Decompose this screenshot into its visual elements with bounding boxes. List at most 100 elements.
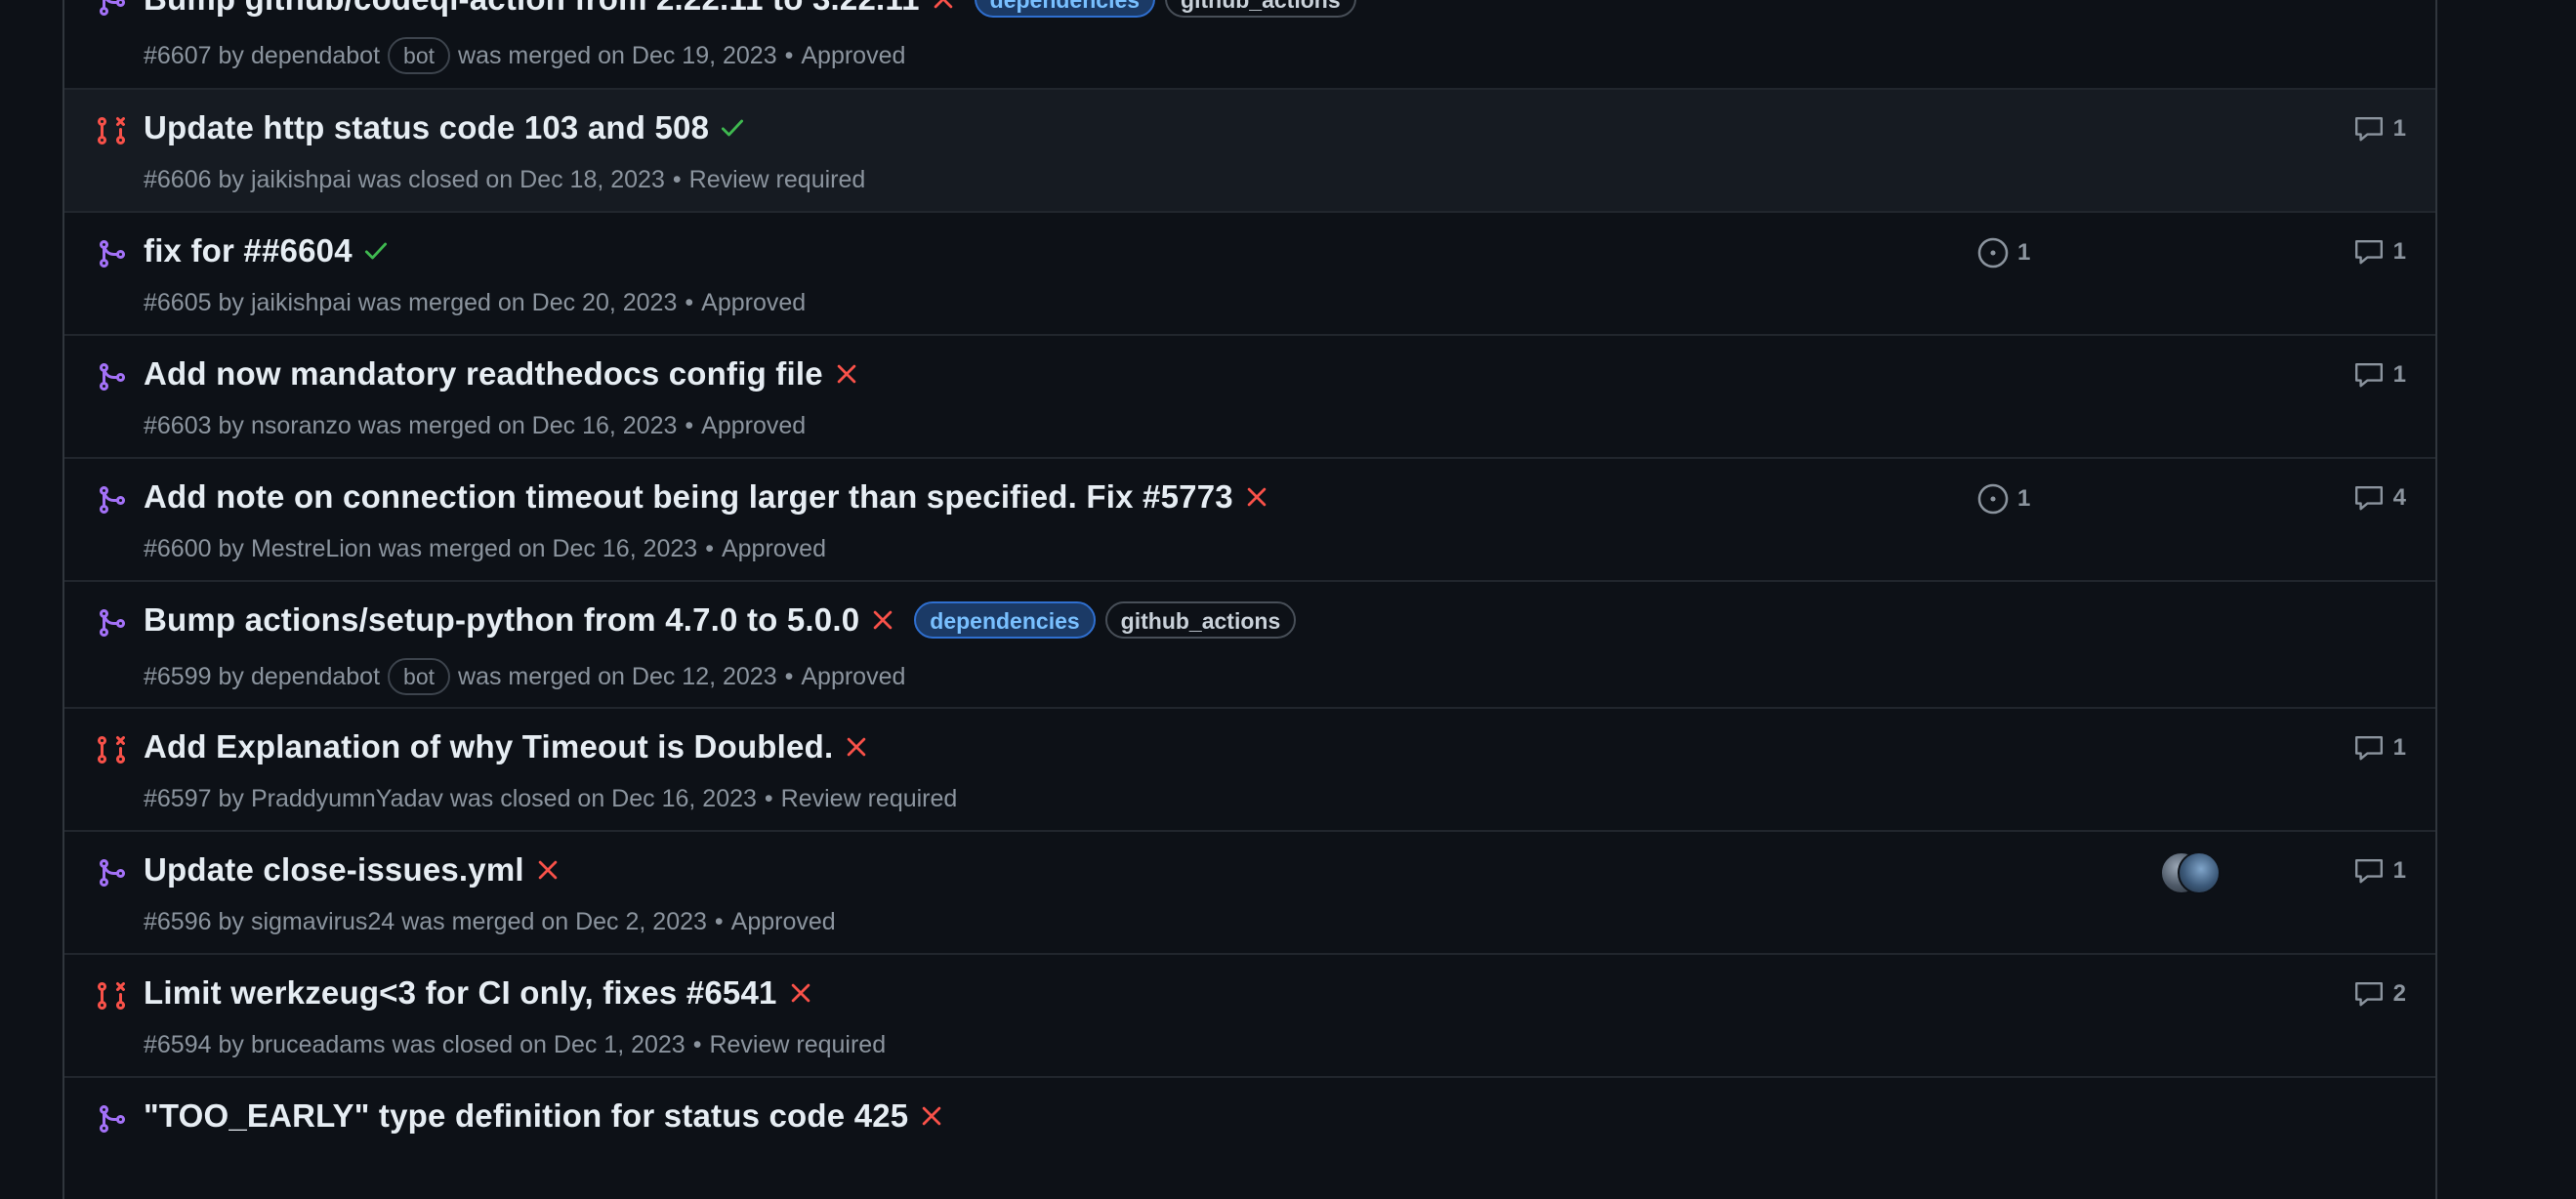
pull-request-number: #6596	[144, 908, 212, 935]
comments-count: 1	[2392, 361, 2406, 388]
pull-request-title-link[interactable]: Bump github/codeql-action from 2.22.11 t…	[144, 0, 920, 18]
pull-request-title-line: Limit werkzeug<3 for CI only, fixes #654…	[144, 974, 814, 1012]
x-icon[interactable]	[918, 1102, 945, 1130]
x-icon[interactable]	[869, 606, 896, 634]
pull-request-row[interactable]: Add now mandatory readthedocs config fil…	[64, 334, 2435, 457]
git-merge-icon	[96, 238, 127, 269]
author-link[interactable]: MestreLion	[251, 535, 372, 563]
pull-request-row[interactable]: Add note on connection timeout being lar…	[64, 457, 2435, 580]
review-status-link[interactable]: Review required	[709, 1031, 886, 1059]
review-status-link[interactable]: Review required	[689, 166, 866, 194]
pull-request-title-link[interactable]: Update http status code 103 and 508	[144, 109, 709, 146]
meta-separator: •	[672, 166, 682, 193]
label-dependencies[interactable]: dependencies	[914, 601, 1096, 639]
x-icon[interactable]	[930, 0, 957, 13]
pull-request-title-link[interactable]: Add note on connection timeout being lar…	[144, 478, 1233, 516]
pull-request-title-line: "TOO_EARLY" type definition for status c…	[144, 1097, 945, 1135]
review-status-link[interactable]: Review required	[781, 785, 958, 813]
pull-request-row[interactable]: Add Explanation of why Timeout is Double…	[64, 707, 2435, 830]
pull-request-title-link[interactable]: Bump actions/setup-python from 4.7.0 to …	[144, 601, 859, 639]
linked-issues-link[interactable]: 1	[1976, 482, 2030, 516]
label-dependencies[interactable]: dependencies	[974, 0, 1156, 18]
comments-count: 1	[2392, 734, 2406, 761]
by-text: by	[218, 1031, 244, 1058]
comments-count: 1	[2392, 857, 2406, 884]
pull-request-title-line: Bump actions/setup-python from 4.7.0 to …	[144, 601, 1297, 639]
pull-request-title-line: Bump github/codeql-action from 2.22.11 t…	[144, 0, 1356, 18]
author-link[interactable]: sigmavirus24	[251, 908, 395, 936]
pull-request-title-line: Add Explanation of why Timeout is Double…	[144, 728, 870, 765]
git-merge-icon	[96, 361, 127, 393]
by-text: by	[218, 662, 244, 690]
x-icon[interactable]	[534, 856, 561, 884]
pull-request-row[interactable]: Bump github/codeql-action from 2.22.11 t…	[64, 0, 2435, 88]
author-link[interactable]: nsoranzo	[251, 412, 352, 440]
by-text: by	[218, 166, 244, 193]
review-status-link[interactable]: Approved	[701, 289, 806, 317]
pull-request-title-link[interactable]: Add Explanation of why Timeout is Double…	[144, 728, 833, 765]
comments-link[interactable]: 1	[2352, 732, 2406, 764]
review-status-link[interactable]: Approved	[801, 42, 905, 70]
check-icon[interactable]	[719, 114, 746, 142]
pull-request-number: #6594	[144, 1031, 212, 1058]
author-link[interactable]: dependabot	[251, 663, 380, 691]
pull-request-title-line: Update close-issues.yml	[144, 851, 561, 889]
git-merge-icon	[96, 857, 127, 889]
pull-request-number: #6607	[144, 41, 212, 69]
x-icon[interactable]	[843, 733, 870, 761]
linked-issues-count: 1	[2017, 239, 2031, 266]
linked-issues-link[interactable]: 1	[1976, 236, 2030, 269]
pull-request-number: #6603	[144, 412, 212, 439]
pull-request-row[interactable]: fix for ##6604 #6605 by jaikishpai was merge…	[64, 211, 2435, 334]
by-text: by	[218, 785, 244, 812]
pull-request-row[interactable]: Update http status code 103 and 508 #6606…	[64, 88, 2435, 211]
author-link[interactable]: jaikishpai	[251, 289, 352, 317]
check-icon[interactable]	[362, 237, 390, 265]
review-status-link[interactable]: Approved	[731, 908, 836, 936]
pull-request-action-date: was merged on Dec 16, 2023	[378, 535, 698, 562]
author-link[interactable]: PraddyumnYadav	[251, 785, 443, 813]
review-status-link[interactable]: Approved	[701, 412, 806, 440]
review-status-link[interactable]: Approved	[801, 663, 905, 691]
label-github-actions[interactable]: github_actions	[1165, 0, 1356, 18]
author-link[interactable]: dependabot	[251, 42, 380, 70]
pull-request-row[interactable]: "TOO_EARLY" type definition for status c…	[64, 1076, 2435, 1199]
meta-separator: •	[784, 41, 794, 69]
meta-separator: •	[685, 412, 694, 439]
review-status-link[interactable]: Approved	[722, 535, 826, 563]
pull-request-title-link[interactable]: Add now mandatory readthedocs config fil…	[144, 355, 823, 393]
comments-link[interactable]: 1	[2352, 359, 2406, 391]
pull-request-row[interactable]: Update close-issues.yml #6596 by sigmavirus…	[64, 830, 2435, 953]
pull-request-action-date: was merged on Dec 20, 2023	[357, 289, 678, 316]
label-github-actions[interactable]: github_actions	[1104, 601, 1297, 639]
pull-request-title-link[interactable]: Limit werkzeug<3 for CI only, fixes #654…	[144, 974, 777, 1012]
git-pull-request-closed-icon	[96, 980, 127, 1012]
comments-count: 1	[2392, 115, 2406, 142]
comments-link[interactable]: 1	[2352, 855, 2406, 887]
git-pull-request-closed-icon	[96, 734, 127, 765]
comments-link[interactable]: 1	[2352, 113, 2406, 145]
avatar[interactable]	[2178, 851, 2221, 894]
pull-request-title-line: Update http status code 103 and 508	[144, 109, 746, 146]
pull-request-title-link[interactable]: fix for ##6604	[144, 232, 353, 269]
x-icon[interactable]	[1243, 483, 1270, 511]
author-link[interactable]: jaikishpai	[251, 166, 352, 194]
x-icon[interactable]	[787, 979, 814, 1007]
pull-request-title-link[interactable]: Update close-issues.yml	[144, 851, 524, 889]
pull-request-row[interactable]: Bump actions/setup-python from 4.7.0 to …	[64, 580, 2435, 707]
comment-icon	[2352, 113, 2393, 145]
pull-request-title-link[interactable]: "TOO_EARLY" type definition for status c…	[144, 1097, 908, 1135]
pull-request-row[interactable]: Limit werkzeug<3 for CI only, fixes #654…	[64, 953, 2435, 1076]
pull-request-meta: #6599 by dependabot bot was merged on Dec 12…	[144, 658, 905, 695]
comments-link[interactable]: 1	[2352, 236, 2406, 268]
comment-icon	[2352, 236, 2393, 268]
author-link[interactable]: bruceadams	[251, 1031, 386, 1059]
by-text: by	[218, 289, 244, 316]
comments-link[interactable]: 4	[2352, 482, 2406, 514]
assignee-avatars[interactable]	[2160, 851, 2221, 894]
comment-icon	[2352, 482, 2393, 514]
pull-request-action-date: was merged on Dec 16, 2023	[357, 412, 678, 439]
meta-separator: •	[685, 289, 694, 316]
x-icon[interactable]	[833, 360, 860, 388]
comments-link[interactable]: 2	[2352, 978, 2406, 1010]
